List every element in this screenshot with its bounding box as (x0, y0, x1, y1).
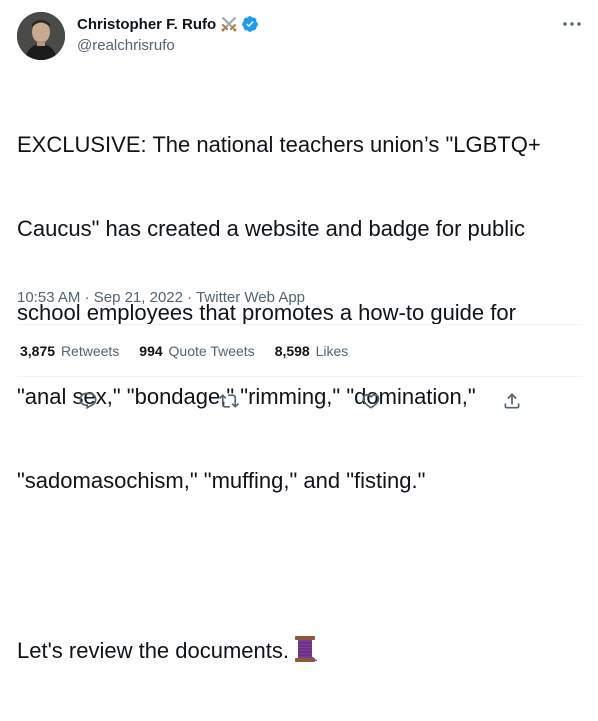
divider (17, 376, 583, 377)
stat-count: 8,598 (274, 343, 310, 359)
stat-quote-tweets[interactable]: 994 Quote Tweets (139, 343, 254, 359)
tweet-second-paragraph-text: Let's review the documents. (17, 638, 290, 663)
stat-likes[interactable]: 8,598 Likes (275, 343, 349, 359)
thread-spool-icon (293, 635, 318, 663)
meta-separator: · (84, 289, 90, 306)
reply-icon (79, 392, 97, 410)
stat-count: 994 (139, 343, 163, 359)
tweet-line: Caucus" has created a website and badge … (17, 216, 526, 241)
heart-icon (362, 393, 380, 409)
more-options-button[interactable] (558, 14, 586, 34)
author-name-row: Christopher F. Rufo (77, 14, 259, 34)
tweet-stats: 3,875 Retweets 994 Quote Tweets 8,598 Li… (20, 343, 368, 359)
meta-separator: · (187, 289, 193, 306)
more-icon (563, 22, 581, 26)
author-block: Christopher F. Rufo @realchrisrufo (77, 14, 259, 54)
retweet-icon (219, 394, 239, 408)
tweet-date[interactable]: Sep 21, 2022 (94, 289, 183, 306)
stat-count: 3,875 (20, 343, 56, 359)
verified-badge-icon (241, 15, 259, 33)
stat-label: Quote Tweets (168, 343, 255, 359)
tweet-source[interactable]: Twitter Web App (196, 289, 305, 306)
tweet-line: "sadomasochism," "muffing," and "fisting… (17, 468, 426, 493)
tweet-meta: 10:53 AM · Sep 21, 2022 · Twitter Web Ap… (17, 289, 305, 306)
author-name[interactable]: Christopher F. Rufo (77, 16, 216, 33)
share-icon (504, 393, 520, 409)
divider (17, 324, 583, 325)
tweet-second-paragraph: Let's review the documents. (17, 635, 587, 665)
tweet-line: EXCLUSIVE: The national teachers union’s… (17, 132, 541, 157)
action-bar (0, 389, 598, 415)
stat-retweets[interactable]: 3,875 Retweets (20, 343, 119, 359)
tweet-card: Christopher F. Rufo @realchrisrufo EXCLU… (0, 0, 598, 663)
share-button[interactable] (500, 389, 524, 413)
stat-label: Likes (315, 343, 349, 359)
retweet-button[interactable] (217, 389, 241, 413)
author-handle[interactable]: @realchrisrufo (77, 37, 259, 54)
stat-label: Retweets (60, 343, 120, 359)
avatar[interactable] (17, 12, 65, 60)
like-button[interactable] (359, 389, 383, 413)
reply-button[interactable] (76, 389, 100, 413)
crossed-swords-icon (220, 15, 238, 33)
tweet-time[interactable]: 10:53 AM (17, 289, 80, 306)
